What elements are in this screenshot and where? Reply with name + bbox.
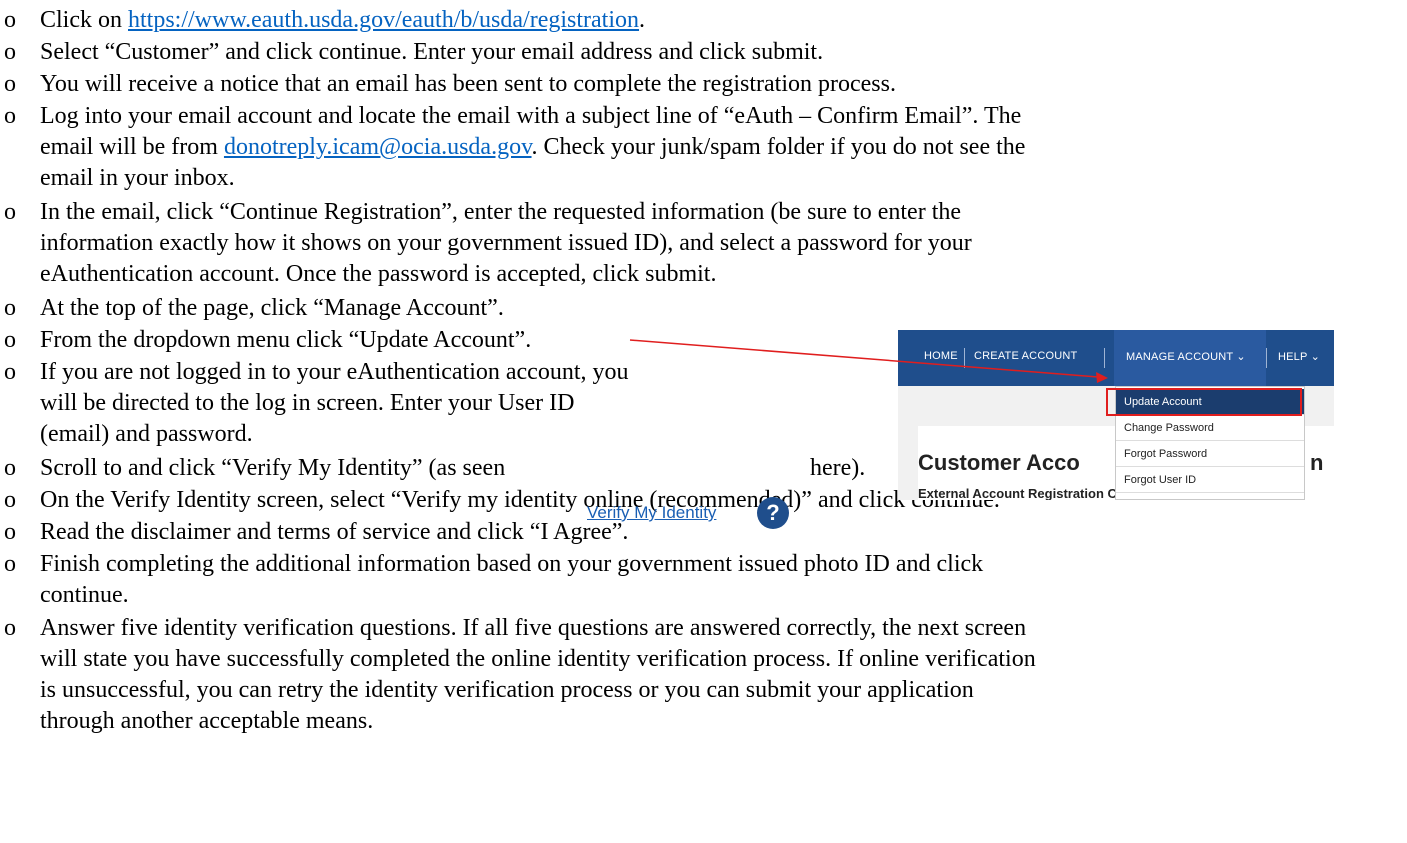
help-question-icon: ?	[757, 497, 789, 529]
verify-my-identity-link[interactable]: Verify My Identity	[587, 503, 716, 523]
arrow-head	[1096, 372, 1108, 383]
red-arrow	[629, 339, 1108, 383]
arrow-line	[629, 339, 1099, 378]
